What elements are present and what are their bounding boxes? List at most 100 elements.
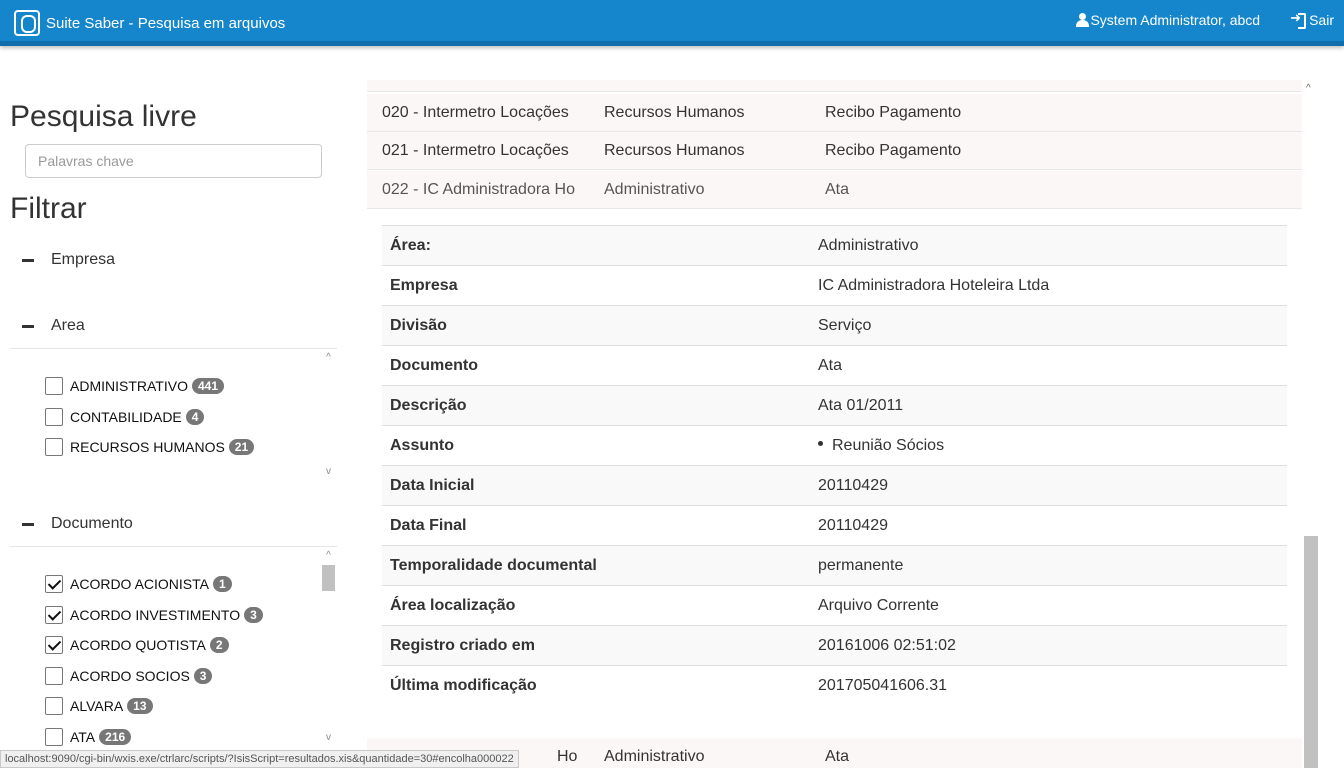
scrollbar[interactable]: ^ v bbox=[321, 349, 336, 480]
checkbox[interactable] bbox=[45, 727, 63, 746]
app-logo-icon bbox=[14, 10, 40, 36]
checkbox[interactable] bbox=[45, 605, 63, 624]
results-panel: 020 - Intermetro Locações Recursos Human… bbox=[367, 80, 1304, 768]
checkbox[interactable] bbox=[45, 575, 63, 594]
detail-label: Documento bbox=[390, 356, 478, 374]
result-row[interactable]: 020 - Intermetro Locações Recursos Human… bbox=[367, 94, 1302, 132]
facet-item-label: ACORDO INVESTIMENTO bbox=[70, 606, 241, 623]
checkbox[interactable] bbox=[45, 636, 63, 655]
logout-link[interactable]: Sair bbox=[1290, 10, 1334, 29]
facet-item-label: RECURSOS HUMANOS bbox=[70, 439, 225, 456]
search-title: Pesquisa livre bbox=[10, 100, 197, 133]
facet-toggle-area[interactable]: Area bbox=[22, 317, 85, 335]
keywords-input[interactable] bbox=[25, 144, 322, 178]
checkbox[interactable] bbox=[45, 438, 63, 457]
user-icon bbox=[1076, 13, 1090, 27]
sidebar: Pesquisa livre Filtrar Empresa Area ADMI… bbox=[0, 51, 345, 768]
brand-link[interactable]: Suite Saber - Pesquisa em arquivos bbox=[14, 10, 285, 36]
facet-item[interactable]: ACORDO QUOTISTA 2 bbox=[45, 630, 263, 661]
detail-row: Data Final 20110429 bbox=[382, 506, 1287, 546]
chevron-up-icon[interactable]: ^ bbox=[1306, 83, 1311, 94]
record-detail: Área: Administrativo Empresa IC Administ… bbox=[367, 210, 1302, 738]
facet-list-area[interactable]: ADMINISTRATIVO 441 CONTABILIDADE 4 RECUR… bbox=[10, 348, 337, 480]
detail-label: Temporalidade documental bbox=[390, 556, 597, 574]
count-badge: 13 bbox=[127, 698, 153, 715]
detail-value: permanente bbox=[818, 556, 904, 574]
detail-label: Data Inicial bbox=[390, 476, 475, 494]
scrollbar-thumb[interactable] bbox=[1304, 536, 1318, 768]
facet-item-label: ACORDO ACIONISTA bbox=[70, 576, 209, 593]
app-title: Suite Saber - Pesquisa em arquivos bbox=[46, 14, 286, 32]
checkbox[interactable] bbox=[45, 697, 63, 716]
cell-documento: Ata bbox=[825, 180, 850, 198]
detail-value: Arquivo Corrente bbox=[818, 596, 939, 614]
detail-label: Assunto bbox=[390, 436, 454, 454]
facet-item-label: ATA bbox=[70, 728, 96, 745]
detail-value-list: Reunião Sócios bbox=[818, 437, 944, 455]
facet-item[interactable]: ACORDO ACIONISTA 1 bbox=[45, 569, 263, 600]
checkbox[interactable] bbox=[45, 377, 63, 396]
count-badge: 4 bbox=[185, 408, 205, 425]
detail-value: Serviço bbox=[818, 316, 872, 334]
facet-item[interactable]: RECURSOS HUMANOS 21 bbox=[45, 432, 255, 463]
facet-item-label: CONTABILIDADE bbox=[70, 408, 182, 425]
minus-icon bbox=[22, 324, 34, 328]
detail-row: Registro criado em 20161006 02:51:02 bbox=[382, 626, 1287, 666]
detail-value: 201705041606.31 bbox=[818, 677, 948, 694]
detail-row: Última modificação 201705041606.31 bbox=[382, 666, 1287, 706]
detail-row: Temporalidade documental permanente bbox=[382, 546, 1287, 586]
result-row[interactable] bbox=[367, 80, 1302, 92]
detail-row: Empresa IC Administradora Hoteleira Ltda bbox=[382, 266, 1287, 306]
cell-empresa: 020 - Intermetro Locações bbox=[382, 103, 569, 121]
detail-label: Última modificação bbox=[390, 677, 537, 694]
detail-value: 20161006 02:51:02 bbox=[818, 636, 956, 654]
facet-label-empresa: Empresa bbox=[51, 251, 116, 268]
detail-label: Registro criado em bbox=[390, 636, 535, 654]
facet-item-label: ADMINISTRATIVO bbox=[70, 378, 188, 395]
facet-item[interactable]: CONTABILIDADE 4 bbox=[45, 402, 254, 433]
detail-label: Área: bbox=[390, 236, 431, 254]
facet-item[interactable]: ADMINISTRATIVO 441 bbox=[45, 371, 254, 402]
detail-row: Assunto Reunião Sócios bbox=[382, 426, 1287, 466]
user-menu[interactable]: System Administrator, abcd bbox=[1076, 12, 1260, 28]
checkbox[interactable] bbox=[45, 407, 63, 426]
facet-list-documento[interactable]: ACORDO ACIONISTA 1 ACORDO INVESTIMENTO 3… bbox=[10, 546, 337, 746]
chevron-up-icon[interactable]: ^ bbox=[324, 353, 333, 363]
checkbox[interactable] bbox=[45, 666, 63, 685]
facet-toggle-empresa[interactable]: Empresa bbox=[22, 251, 115, 269]
detail-label: Empresa bbox=[390, 276, 458, 294]
facet-item[interactable]: ATA 216 bbox=[45, 722, 263, 753]
cell-area: Administrativo bbox=[604, 180, 705, 198]
detail-label: Descrição bbox=[390, 396, 467, 414]
cell-area: Administrativo bbox=[604, 747, 705, 765]
scrollbar[interactable]: ^ v bbox=[321, 547, 336, 746]
bullet-icon bbox=[818, 440, 823, 446]
filter-title: Filtrar bbox=[10, 192, 87, 225]
facet-item[interactable]: ACORDO SOCIOS 3 bbox=[45, 661, 263, 692]
detail-label: Área localização bbox=[390, 596, 516, 614]
facet-item[interactable]: ALVARA 13 bbox=[45, 691, 263, 722]
detail-table: Área: Administrativo Empresa IC Administ… bbox=[382, 225, 1287, 706]
scrollbar-thumb[interactable] bbox=[322, 565, 335, 591]
count-badge: 441 bbox=[191, 378, 224, 395]
chevron-down-icon[interactable]: v bbox=[324, 733, 333, 743]
facet-item[interactable]: ACORDO INVESTIMENTO 3 bbox=[45, 600, 263, 631]
minus-icon bbox=[22, 522, 34, 526]
main-scrollbar[interactable]: ^ bbox=[1304, 80, 1318, 768]
facet-toggle-documento[interactable]: Documento bbox=[22, 515, 133, 533]
logout-label: Sair bbox=[1309, 12, 1334, 28]
detail-value: 20110429 bbox=[818, 516, 888, 534]
detail-row: Data Inicial 20110429 bbox=[382, 466, 1287, 506]
result-row[interactable]: 021 - Intermetro Locações Recursos Human… bbox=[367, 132, 1302, 170]
detail-value: Ata bbox=[818, 356, 843, 374]
detail-row: Descrição Ata 01/2011 bbox=[382, 386, 1287, 426]
result-row-selected[interactable]: 022 - IC Administradora Ho Administrativ… bbox=[367, 171, 1302, 209]
facet-item-label: ACORDO QUOTISTA bbox=[70, 637, 206, 654]
cell-documento: Recibo Pagamento bbox=[825, 141, 962, 159]
top-navbar: Suite Saber - Pesquisa em arquivos Syste… bbox=[0, 0, 1344, 46]
detail-row: Documento Ata bbox=[382, 346, 1287, 386]
detail-label: Divisão bbox=[390, 316, 447, 334]
chevron-up-icon[interactable]: ^ bbox=[324, 551, 333, 561]
detail-label: Data Final bbox=[390, 516, 467, 534]
chevron-down-icon[interactable]: v bbox=[324, 467, 333, 477]
